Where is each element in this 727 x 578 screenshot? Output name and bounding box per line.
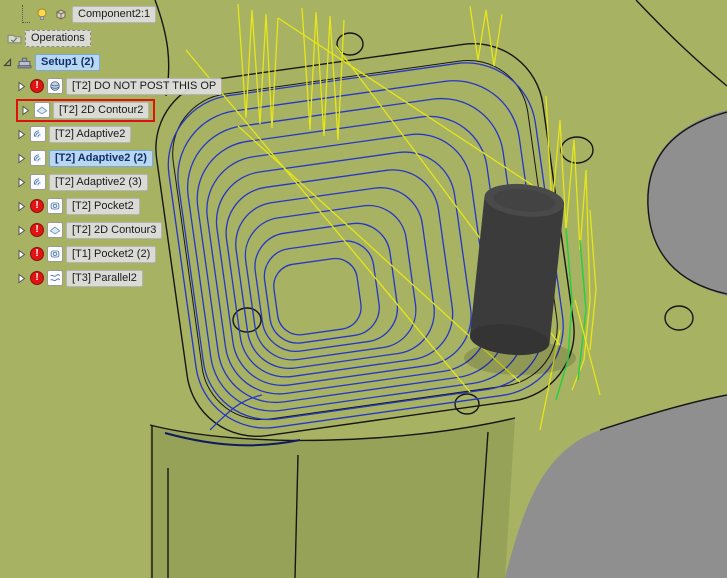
component-icon	[53, 6, 69, 22]
tree-row-operations-folder[interactable]: Operations	[6, 28, 222, 48]
expand-icon[interactable]	[16, 177, 27, 188]
operation-label: [T2] 2D Contour3	[66, 221, 163, 239]
tree-row-operation[interactable]: [T2] Adaptive2	[16, 124, 222, 144]
tree-row-setup[interactable]: Setup1 (2)	[2, 52, 222, 72]
error-icon: !	[30, 79, 44, 93]
2d-contour-icon	[34, 102, 50, 118]
adaptive-icon	[30, 126, 46, 142]
operation-label: [T2] Adaptive2 (2)	[49, 149, 153, 167]
expand-icon[interactable]	[16, 153, 27, 164]
operation-label: [T2] Adaptive2	[49, 125, 132, 143]
parallel-icon	[47, 270, 63, 286]
component-label: Component2:1	[72, 5, 157, 23]
tree-row-operation[interactable]: ! [T1] Pocket2 (2)	[16, 244, 222, 264]
tree-row-operation[interactable]: ! [T3] Parallel2	[16, 268, 222, 288]
3d-adaptive-icon	[47, 78, 63, 94]
tree-row-operation[interactable]: [T2] 2D Contour2	[16, 98, 222, 122]
expand-icon[interactable]	[16, 129, 27, 140]
expand-collapse-icon[interactable]	[2, 57, 13, 68]
operation-label: [T3] Parallel2	[66, 269, 143, 287]
expand-icon[interactable]	[16, 273, 27, 284]
2d-contour-icon	[47, 222, 63, 238]
tree-row-operation[interactable]: ! [T2] Pocket2	[16, 196, 222, 216]
operation-label: [T2] Adaptive2 (3)	[49, 173, 148, 191]
pocket-icon	[47, 246, 63, 262]
adaptive-icon	[30, 150, 46, 166]
lightbulb-icon[interactable]	[34, 6, 50, 22]
setup-label: Setup1 (2)	[35, 53, 101, 71]
operation-label: [T2] Pocket2	[66, 197, 140, 215]
operation-label: [T2] 2D Contour2	[53, 101, 150, 119]
selection-outline: [T2] 2D Contour2	[16, 98, 156, 122]
tree-row-component[interactable]: Component2:1	[22, 4, 222, 24]
expand-icon[interactable]	[16, 81, 27, 92]
operations-folder-label: Operations	[25, 29, 91, 47]
setup-icon	[16, 54, 32, 70]
tree-guide-line	[22, 5, 30, 23]
operation-label: [T2] DO NOT POST THIS OP	[66, 77, 223, 95]
browser-tree: Component2:1 Operations Setup1 (2) ! [T2…	[2, 4, 223, 292]
error-icon: !	[30, 223, 44, 237]
tree-row-operation[interactable]: ! [T2] 2D Contour3	[16, 220, 222, 240]
pocket-icon	[47, 198, 63, 214]
error-icon: !	[30, 199, 44, 213]
folder-icon	[6, 30, 22, 46]
tree-row-operation[interactable]: [T2] Adaptive2 (2)	[16, 148, 222, 168]
expand-icon[interactable]	[16, 225, 27, 236]
tree-row-operation[interactable]: ! [T2] DO NOT POST THIS OP	[16, 76, 223, 96]
cam-application-window: Component2:1 Operations Setup1 (2) ! [T2…	[0, 0, 727, 578]
error-icon: !	[30, 271, 44, 285]
expand-icon[interactable]	[20, 105, 31, 116]
error-icon: !	[30, 247, 44, 261]
operation-label: [T1] Pocket2 (2)	[66, 245, 157, 263]
adaptive-icon	[30, 174, 46, 190]
tree-row-operation[interactable]: [T2] Adaptive2 (3)	[16, 172, 222, 192]
expand-icon[interactable]	[16, 201, 27, 212]
expand-icon[interactable]	[16, 249, 27, 260]
